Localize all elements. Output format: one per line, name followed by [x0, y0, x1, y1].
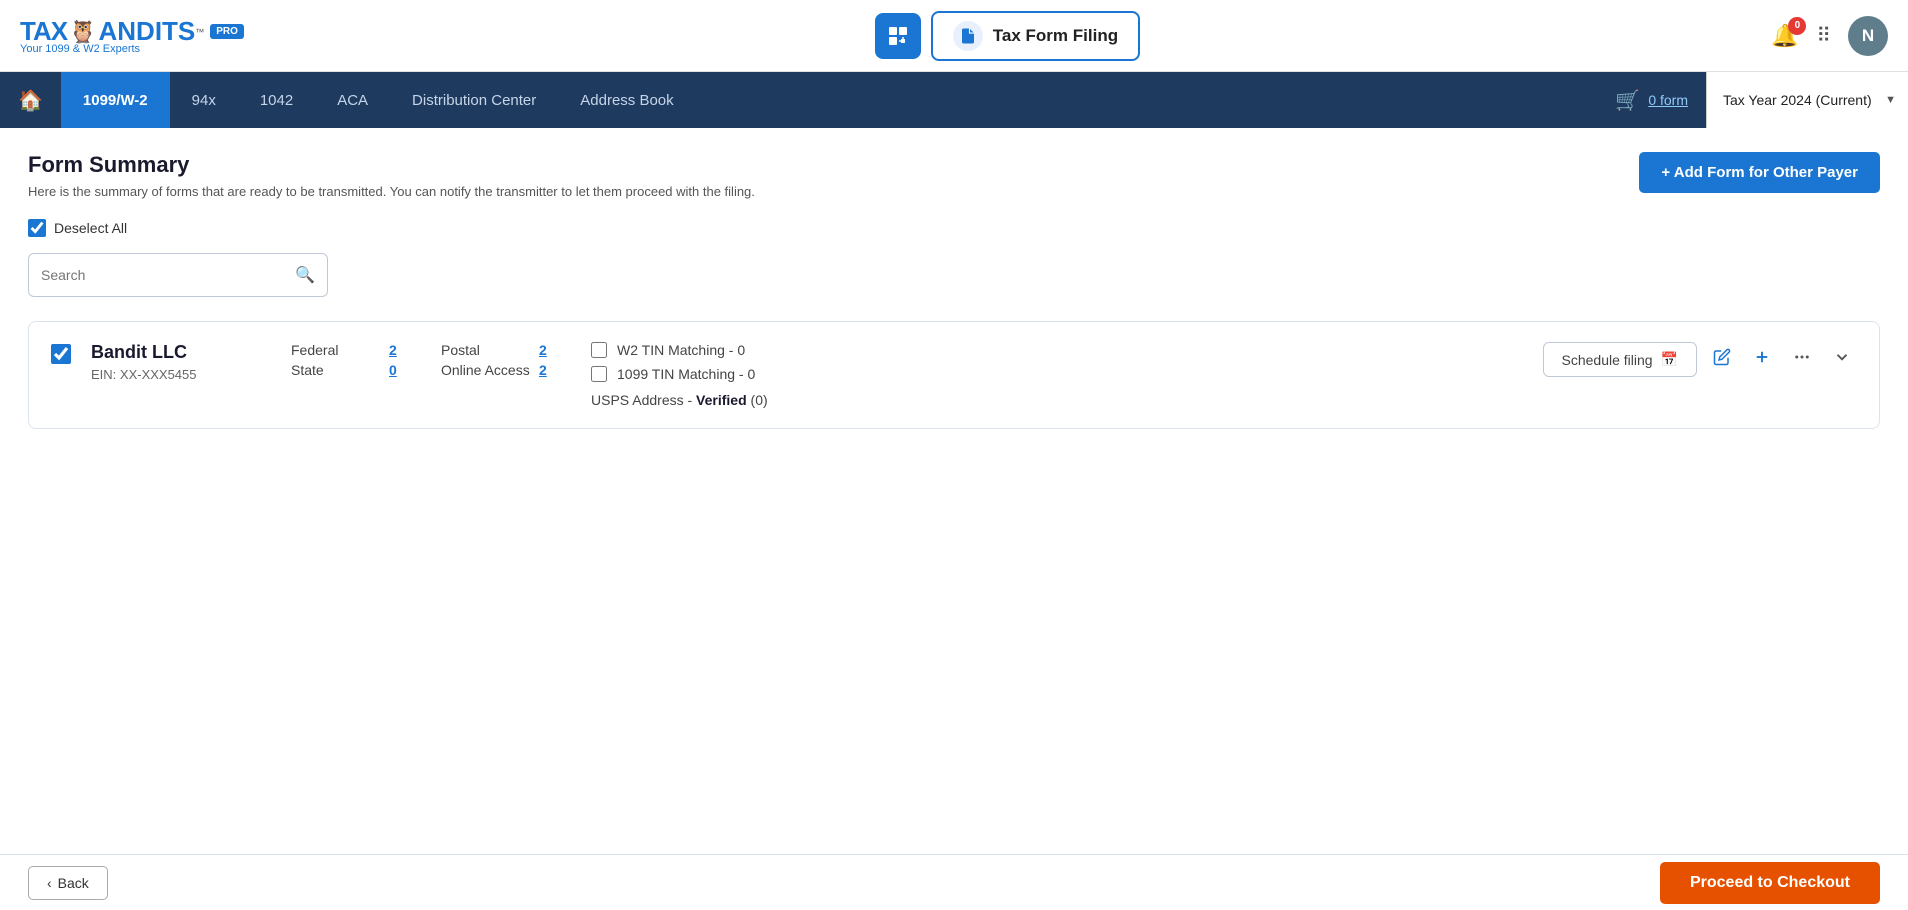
search-box: 🔍 — [28, 253, 328, 297]
schedule-filing-label: Schedule filing — [1562, 352, 1653, 368]
usps-label: USPS Address - — [591, 392, 692, 408]
payer-card: Bandit LLC EIN: XX-XXX5455 Federal 2 Sta… — [28, 321, 1880, 429]
back-label: Back — [58, 875, 89, 891]
back-button[interactable]: ‹ Back — [28, 866, 108, 900]
nav-item-94x[interactable]: 94x — [170, 72, 238, 128]
header-center: Tax Form Filing — [244, 11, 1771, 61]
payer-checkbox[interactable] — [51, 344, 71, 364]
w2-tin-row: W2 TIN Matching - 0 — [591, 342, 811, 358]
page-title: Form Summary — [28, 152, 755, 178]
calendar-icon: 📅 — [1661, 351, 1678, 368]
logo: TAX 🦉 ANDITS ™ PRO Your 1099 & W2 Expert… — [20, 16, 244, 55]
back-arrow-icon: ‹ — [47, 875, 52, 891]
tax-year-select[interactable]: Tax Year 2024 (Current) Tax Year 2023 Ta… — [1706, 72, 1908, 128]
usps-count: (0) — [751, 392, 768, 408]
postal-count[interactable]: 2 — [539, 342, 547, 358]
payer-name: Bandit LLC — [91, 342, 271, 363]
search-icon[interactable]: 🔍 — [295, 265, 315, 285]
nav-item-distribution-center[interactable]: Distribution Center — [390, 72, 558, 128]
deselect-all-checkbox[interactable] — [28, 219, 46, 237]
checkout-button[interactable]: Proceed to Checkout — [1660, 862, 1880, 904]
apps-grid-button[interactable]: ⠿ — [1816, 23, 1830, 48]
tax-form-icon — [953, 21, 983, 51]
nav-item-aca[interactable]: ACA — [315, 72, 390, 128]
user-avatar-button[interactable]: N — [1848, 16, 1888, 56]
w2-tin-checkbox[interactable] — [591, 342, 607, 358]
state-count-row: State 0 — [291, 362, 421, 378]
logo-owl-icon: 🦉 — [69, 19, 96, 45]
usps-row: USPS Address - Verified (0) — [591, 392, 811, 408]
notification-badge: 0 — [1788, 17, 1806, 35]
payer-info: Bandit LLC EIN: XX-XXX5455 — [91, 342, 271, 382]
payer-checkbox-wrapper — [51, 342, 71, 369]
tin1099-row: 1099 TIN Matching - 0 — [591, 366, 811, 382]
postal-counts: Postal 2 Online Access 2 — [441, 342, 571, 378]
page-header: Form Summary Here is the summary of form… — [28, 152, 1880, 199]
more-options-button[interactable] — [1787, 344, 1817, 375]
top-header: TAX 🦉 ANDITS ™ PRO Your 1099 & W2 Expert… — [0, 0, 1908, 72]
w2-tin-label: W2 TIN Matching - 0 — [617, 342, 745, 358]
bottom-bar: ‹ Back Proceed to Checkout — [0, 854, 1908, 910]
tin-section: W2 TIN Matching - 0 1099 TIN Matching - … — [591, 342, 811, 408]
logo-pro-badge: PRO — [210, 24, 244, 39]
nav-item-1042[interactable]: 1042 — [238, 72, 315, 128]
cart-button[interactable]: 🛒 0 form — [1597, 88, 1706, 113]
edit-button[interactable] — [1707, 344, 1737, 375]
schedule-filing-button[interactable]: Schedule filing 📅 — [1543, 342, 1698, 377]
tin1099-label: 1099 TIN Matching - 0 — [617, 366, 755, 382]
add-form-button[interactable]: + Add Form for Other Payer — [1639, 152, 1880, 193]
tax-form-filing-button[interactable]: Tax Form Filing — [931, 11, 1140, 61]
nav-item-1099w2[interactable]: 1099/W-2 — [61, 72, 170, 128]
logo-area: TAX 🦉 ANDITS ™ PRO Your 1099 & W2 Expert… — [20, 16, 244, 55]
expand-button[interactable] — [1827, 344, 1857, 375]
postal-label: Postal — [441, 342, 531, 358]
logo-tm: ™ — [195, 27, 204, 37]
navigation-bar: 🏠 1099/W-2 94x 1042 ACA Distribution Cen… — [0, 72, 1908, 128]
deselect-all-label: Deselect All — [54, 220, 127, 236]
page-subtitle: Here is the summary of forms that are re… — [28, 184, 755, 199]
federal-count-row: Federal 2 — [291, 342, 421, 358]
payer-counts: Federal 2 State 0 — [291, 342, 421, 378]
online-access-count-row: Online Access 2 — [441, 362, 571, 378]
main-content: Form Summary Here is the summary of form… — [0, 128, 1908, 854]
state-label: State — [291, 362, 381, 378]
cart-icon: 🛒 — [1615, 88, 1640, 113]
nav-home-button[interactable]: 🏠 — [0, 72, 61, 128]
search-input[interactable] — [41, 267, 295, 283]
nav-item-address-book[interactable]: Address Book — [558, 72, 695, 128]
payer-ein: EIN: XX-XXX5455 — [91, 367, 271, 382]
logo-tagline: Your 1099 & W2 Experts — [20, 43, 244, 55]
header-right: 🔔 0 ⠿ N — [1771, 16, 1888, 56]
tin1099-checkbox[interactable] — [591, 366, 607, 382]
deselect-row: Deselect All — [28, 219, 1880, 237]
online-access-label: Online Access — [441, 362, 531, 378]
tax-year-wrapper: Tax Year 2024 (Current) Tax Year 2023 Ta… — [1706, 72, 1908, 128]
page-header-left: Form Summary Here is the summary of form… — [28, 152, 755, 199]
postal-count-row: Postal 2 — [441, 342, 571, 358]
federal-label: Federal — [291, 342, 381, 358]
add-button[interactable] — [1747, 344, 1777, 375]
usps-verified-label: Verified — [696, 392, 747, 408]
app-switch-button[interactable] — [875, 13, 921, 59]
federal-count[interactable]: 2 — [389, 342, 397, 358]
notification-button[interactable]: 🔔 0 — [1771, 23, 1798, 49]
payer-actions: Schedule filing 📅 — [1543, 342, 1858, 377]
online-access-count[interactable]: 2 — [539, 362, 547, 378]
cart-count: 0 form — [1648, 92, 1688, 108]
state-count[interactable]: 0 — [389, 362, 397, 378]
tax-form-filing-label: Tax Form Filing — [993, 26, 1118, 46]
